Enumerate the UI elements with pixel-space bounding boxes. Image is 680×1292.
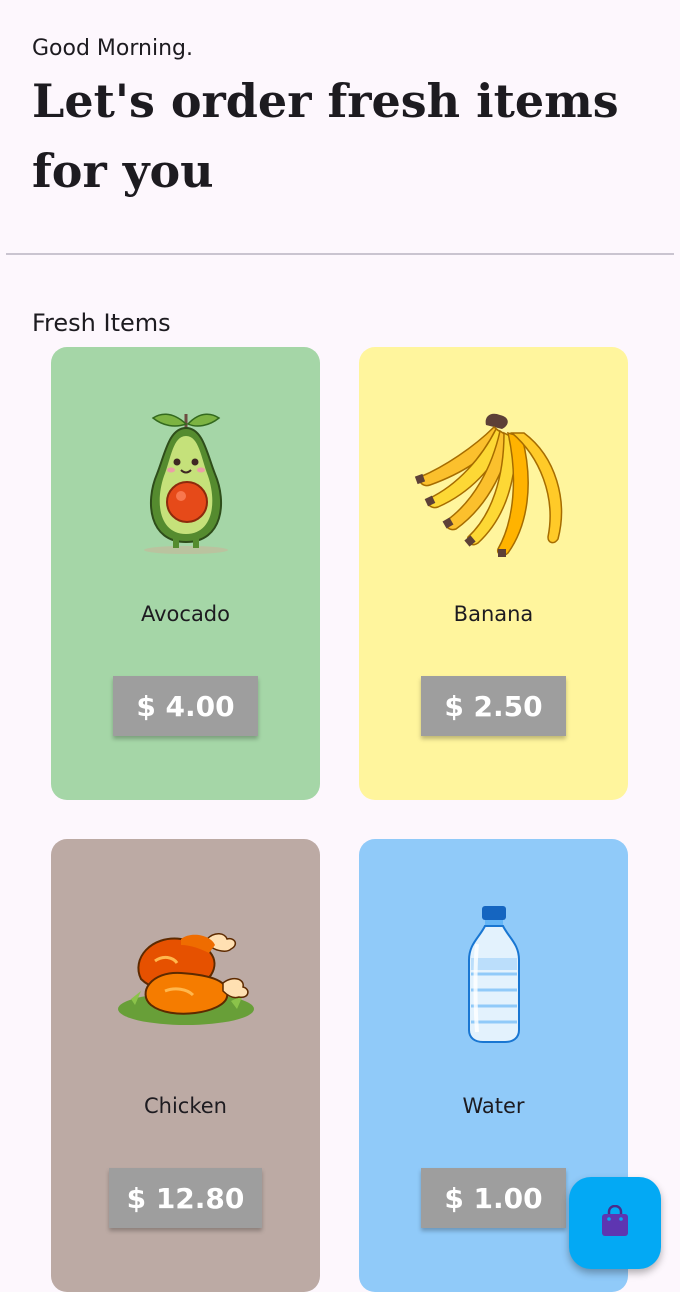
price-button[interactable]: $ 1.00 [421,1168,566,1228]
item-name: Chicken [144,1094,227,1118]
price-button[interactable]: $ 12.80 [109,1168,262,1228]
greeting: Good Morning. [32,36,193,61]
item-name: Avocado [140,602,230,626]
item-card-avocado[interactable]: Avocado $ 4.00 [51,347,320,800]
cart-button[interactable] [569,1177,661,1269]
price-button[interactable]: $ 2.50 [421,676,566,736]
banana-icon [359,397,628,567]
water-bottle-icon [359,889,628,1059]
section-title: Fresh Items [32,309,171,337]
item-card-chicken[interactable]: Chicken $ 12.80 [51,839,320,1292]
item-name: Water [462,1094,525,1118]
item-name: Banana [453,602,534,626]
price-button[interactable]: $ 4.00 [113,676,258,736]
page-title: Let's order fresh items for you [32,74,619,198]
avocado-icon [51,397,320,567]
header-divider [6,253,674,255]
item-card-banana[interactable]: Banana $ 2.50 [359,347,628,800]
chicken-icon [51,889,320,1059]
shopping-bag-icon [600,1204,630,1241]
